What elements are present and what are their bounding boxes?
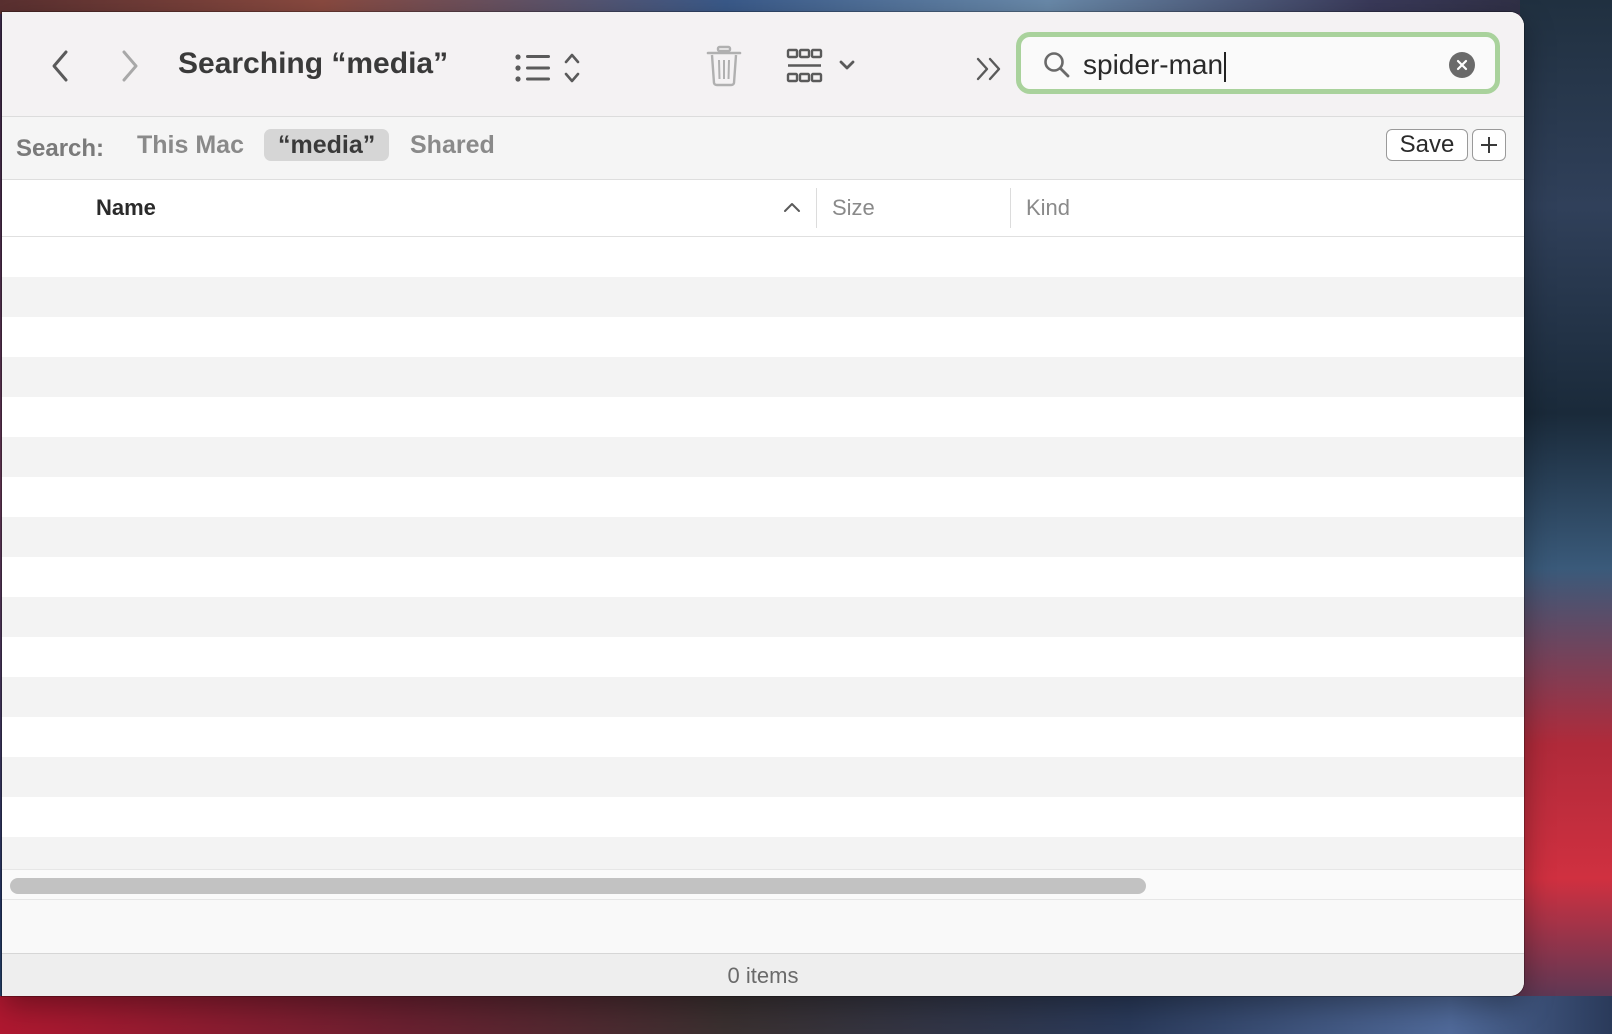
- empty-row: [2, 637, 1524, 677]
- save-search-button[interactable]: Save: [1386, 129, 1468, 161]
- close-icon: [1456, 59, 1468, 71]
- column-header: Name Size Kind: [2, 180, 1524, 237]
- delete-button[interactable]: [702, 42, 746, 90]
- empty-row: [2, 517, 1524, 557]
- magnifier-icon: [1044, 52, 1070, 78]
- column-kind[interactable]: Kind: [1026, 180, 1070, 236]
- toolbar-overflow-button[interactable]: [972, 54, 1008, 84]
- add-criteria-button[interactable]: [1472, 129, 1506, 161]
- search-input[interactable]: spider-man: [1083, 48, 1227, 82]
- search-query: spider-man: [1083, 49, 1224, 80]
- forward-button[interactable]: [110, 46, 150, 86]
- column-size[interactable]: Size: [832, 180, 875, 236]
- path-bar-area: [2, 899, 1524, 954]
- empty-row: [2, 757, 1524, 797]
- group-by-icon: [786, 48, 855, 83]
- empty-row: [2, 437, 1524, 477]
- group-button[interactable]: [786, 46, 876, 86]
- column-divider[interactable]: [816, 188, 817, 228]
- plus-icon: [1481, 137, 1497, 153]
- scope-this-mac[interactable]: This Mac: [123, 129, 258, 161]
- list-view-icon: [515, 53, 580, 83]
- trash-icon: [706, 45, 742, 87]
- search-scope-bar: Search: This Mac “media” Shared Save: [2, 117, 1524, 180]
- text-caret: [1224, 51, 1227, 82]
- column-name[interactable]: Name: [96, 180, 156, 236]
- finder-window: Searching “media” spider-man Search: Thi…: [2, 12, 1524, 996]
- empty-row: [2, 677, 1524, 717]
- results-list[interactable]: [2, 237, 1524, 877]
- empty-row: [2, 797, 1524, 837]
- double-chevron-right-icon: [976, 57, 1001, 81]
- search-field[interactable]: spider-man: [1016, 32, 1500, 94]
- scope-label: Search:: [16, 135, 105, 162]
- chevron-right-icon: [122, 50, 138, 82]
- item-count: 0 items: [727, 963, 799, 988]
- clear-search-button[interactable]: [1449, 52, 1475, 78]
- chevron-left-icon: [52, 50, 68, 82]
- desktop-wallpaper-bottom: [0, 996, 1612, 1034]
- scrollbar-thumb[interactable]: [10, 878, 1146, 894]
- view-options-button[interactable]: [514, 50, 596, 86]
- status-bar: 0 items: [2, 953, 1524, 996]
- empty-row: [2, 477, 1524, 517]
- back-button[interactable]: [40, 46, 80, 86]
- empty-row: [2, 717, 1524, 757]
- toolbar: Searching “media” spider-man: [2, 12, 1524, 117]
- empty-row: [2, 557, 1524, 597]
- empty-row: [2, 357, 1524, 397]
- empty-row: [2, 237, 1524, 277]
- empty-row: [2, 277, 1524, 317]
- scope-media-folder[interactable]: “media”: [264, 129, 390, 161]
- horizontal-scrollbar[interactable]: [2, 869, 1524, 900]
- desktop-wallpaper-right: [1520, 0, 1612, 1034]
- window-title: Searching “media”: [178, 47, 449, 80]
- empty-row: [2, 317, 1524, 357]
- empty-row: [2, 597, 1524, 637]
- scope-shared[interactable]: Shared: [396, 129, 509, 161]
- sort-ascending-icon[interactable]: [782, 198, 802, 218]
- empty-row: [2, 397, 1524, 437]
- column-divider[interactable]: [1010, 188, 1011, 228]
